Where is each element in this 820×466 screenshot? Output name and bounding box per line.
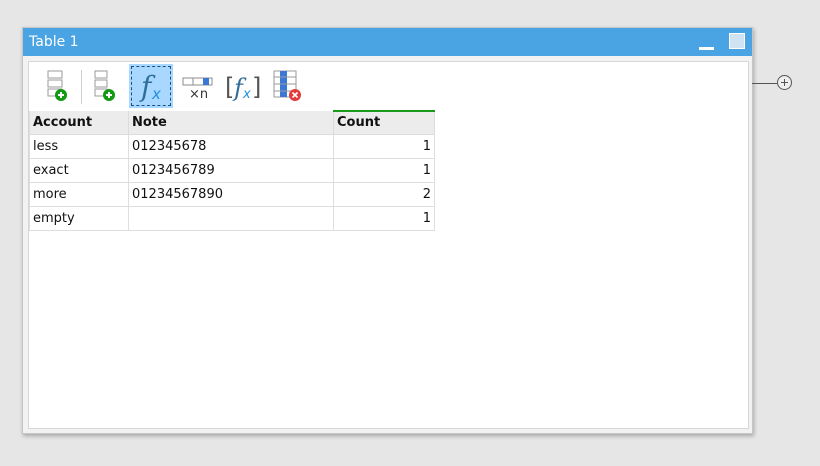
- svg-text:x: x: [242, 87, 251, 102]
- note-cell[interactable]: 0123456789: [128, 157, 334, 183]
- maximize-icon: [729, 33, 745, 49]
- account-cell[interactable]: exact: [29, 157, 129, 183]
- minimize-button[interactable]: [695, 28, 717, 56]
- repeat-rows-icon: ×n: [182, 77, 213, 102]
- count-cell[interactable]: 1: [333, 133, 435, 159]
- add-connection-button[interactable]: [752, 74, 796, 92]
- repeat-rows-button[interactable]: ×n: [176, 64, 220, 108]
- table-content-area: f x ×n [ f x ] Account Note Count less 0…: [28, 61, 749, 429]
- column-header-count[interactable]: Count: [333, 110, 435, 135]
- formula-bracket-icon: [ f x ]: [225, 73, 261, 102]
- table-header-row: Account Note Count: [29, 110, 435, 135]
- add-row-icon: [47, 70, 67, 101]
- svg-text:×n: ×n: [189, 87, 208, 102]
- connector-line: [752, 83, 777, 84]
- table-toolbar: f x ×n [ f x ]: [37, 64, 327, 108]
- svg-text:[: [: [225, 73, 234, 101]
- plus-circle-icon: [777, 75, 792, 90]
- table-window[interactable]: Table 1 f x ×n [f x] Account Note Coun…: [22, 27, 753, 434]
- delete-column-icon: [273, 70, 301, 101]
- count-cell[interactable]: 1: [333, 157, 435, 183]
- note-cell[interactable]: 012345678: [128, 133, 334, 159]
- data-table: Account Note Count less 012345678 1 exac…: [29, 110, 435, 231]
- svg-text:x: x: [151, 85, 161, 103]
- column-header-note[interactable]: Note: [128, 111, 334, 135]
- table-row[interactable]: exact 0123456789 1: [29, 157, 435, 183]
- table-row[interactable]: more 01234567890 2: [29, 181, 435, 207]
- maximize-button[interactable]: [725, 28, 749, 56]
- delete-column-button[interactable]: [266, 64, 310, 108]
- count-cell[interactable]: 2: [333, 181, 435, 207]
- minimize-icon: [699, 47, 714, 50]
- account-cell[interactable]: empty: [29, 205, 129, 231]
- add-column-icon: [94, 70, 115, 101]
- account-cell[interactable]: more: [29, 181, 129, 207]
- column-header-account[interactable]: Account: [29, 111, 129, 135]
- table-row[interactable]: empty 1: [29, 205, 435, 231]
- formula-button[interactable]: f x: [129, 64, 173, 108]
- add-column-button[interactable]: [85, 64, 129, 108]
- formula-icon: f x: [139, 70, 161, 103]
- add-row-button[interactable]: [37, 64, 81, 108]
- note-cell[interactable]: [128, 205, 334, 231]
- table-row[interactable]: less 012345678 1: [29, 133, 435, 159]
- window-title: Table 1: [29, 34, 79, 50]
- window-titlebar[interactable]: Table 1: [23, 28, 752, 56]
- toolbar-separator: [81, 70, 82, 104]
- count-cell[interactable]: 1: [333, 205, 435, 231]
- note-cell[interactable]: 01234567890: [128, 181, 334, 207]
- formula-bracket-button[interactable]: [ f x ]: [221, 64, 265, 108]
- account-cell[interactable]: less: [29, 133, 129, 159]
- svg-text:]: ]: [252, 73, 261, 101]
